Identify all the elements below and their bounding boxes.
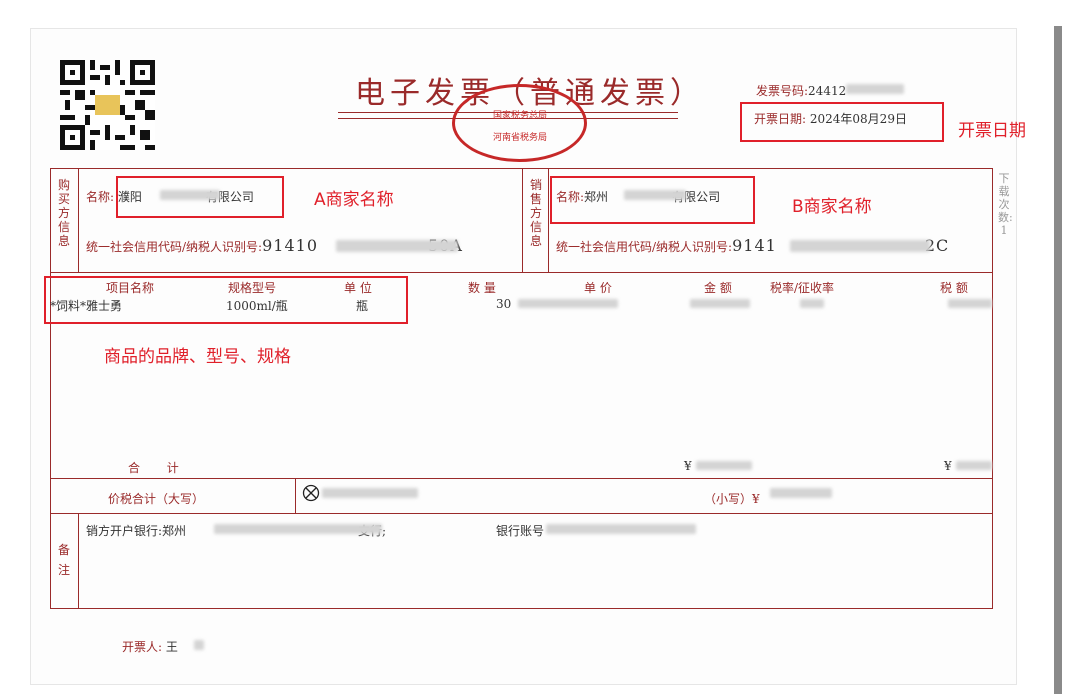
- total-divider: [295, 478, 296, 513]
- cross-circle-icon: [302, 484, 320, 502]
- buyer-label-divider: [78, 168, 79, 272]
- items-bottom-border: [50, 478, 993, 479]
- annotation-seller: B商家名称: [792, 197, 872, 217]
- redacted-sum-tax: [956, 461, 992, 470]
- seller-label-divider: [548, 168, 549, 272]
- item-qty: 30: [496, 297, 512, 311]
- qr-code: [60, 60, 155, 150]
- total-small-label: （小写）¥: [704, 492, 760, 506]
- issuer: 开票人: 王: [122, 640, 178, 654]
- scrollbar[interactable]: [1054, 26, 1062, 694]
- annotation-buyer: A商家名称: [314, 190, 394, 210]
- download-count: 下载次数: 1: [998, 172, 1013, 237]
- col-header-qty: 数 量: [468, 281, 496, 295]
- date-highlight-box: [740, 102, 944, 142]
- table-left-border: [50, 168, 51, 609]
- seller-highlight-box: [550, 176, 755, 224]
- item-highlight-box: [44, 276, 408, 324]
- redacted-price: [518, 299, 618, 308]
- buyer-highlight-box: [116, 176, 284, 218]
- seal-text-bottom: 河南省税务局: [492, 133, 547, 143]
- table-bottom-border: [50, 608, 993, 609]
- sum-tax-yen: ¥: [944, 459, 952, 473]
- col-header-rate: 税率/征收率: [770, 281, 835, 295]
- redacted-invoice-number: [846, 84, 904, 94]
- redacted-issuer: [194, 640, 204, 650]
- total-words-label: 价税合计（大写）: [108, 492, 205, 506]
- redacted-total-small: [770, 488, 832, 498]
- remarks-account: 银行账号: [496, 524, 545, 538]
- total-bottom-border: [50, 513, 993, 514]
- redacted-rate: [800, 299, 824, 308]
- party-divider: [522, 168, 523, 272]
- redacted-amount: [690, 299, 750, 308]
- annotation-item: 商品的品牌、型号、规格: [104, 347, 291, 367]
- redacted-buyer-tax: [336, 240, 458, 252]
- official-seal: [452, 84, 587, 162]
- col-header-tax: 税 额: [940, 281, 968, 295]
- seal-text-top: 国家税务总局: [492, 111, 547, 121]
- redacted-total-words: [322, 488, 418, 498]
- table-right-border: [992, 168, 993, 609]
- buyer-side-label: 购买方信息: [57, 178, 70, 248]
- party-bottom-border: [50, 272, 993, 273]
- seller-side-label: 销售方信息: [529, 178, 542, 248]
- sum-amount-yen: ¥: [684, 459, 692, 473]
- sum-label: 合 计: [128, 461, 179, 475]
- col-header-amount: 金 额: [704, 281, 732, 295]
- remarks-side-label: 备注: [57, 543, 70, 577]
- annotation-date: 开票日期: [958, 121, 1026, 141]
- redacted-sum-amount: [696, 461, 752, 470]
- invoice-number: 发票号码:24412: [756, 84, 847, 98]
- remarks-divider: [78, 513, 79, 609]
- redacted-tax: [948, 299, 992, 308]
- redacted-account: [546, 524, 696, 534]
- redacted-bank-name: [214, 524, 382, 534]
- redacted-seller-tax: [790, 240, 930, 252]
- col-header-price: 单 价: [584, 281, 612, 295]
